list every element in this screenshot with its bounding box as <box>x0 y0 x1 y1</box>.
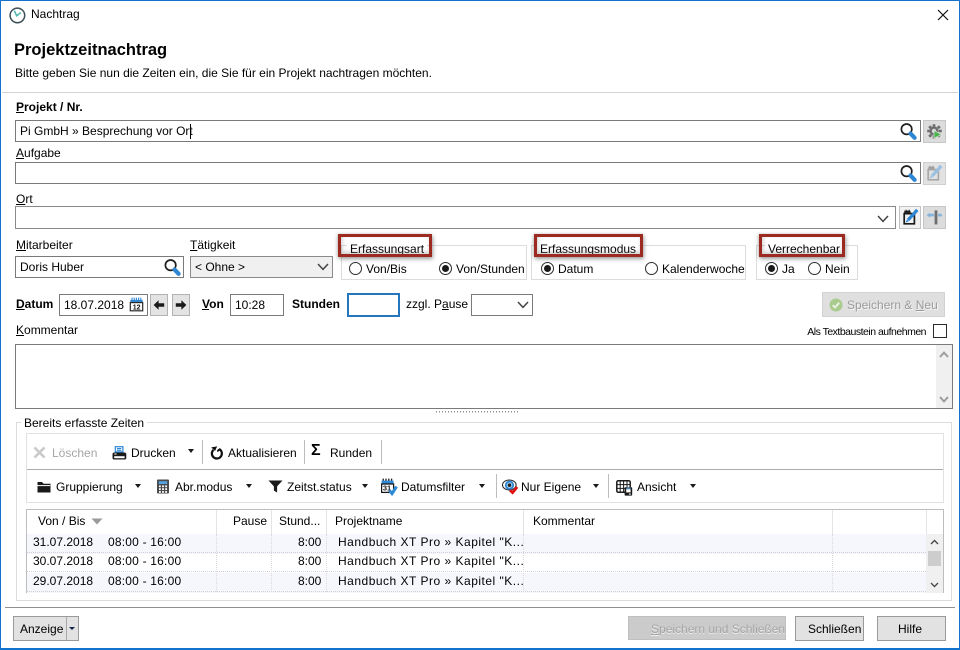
svg-text:12: 12 <box>133 305 141 312</box>
